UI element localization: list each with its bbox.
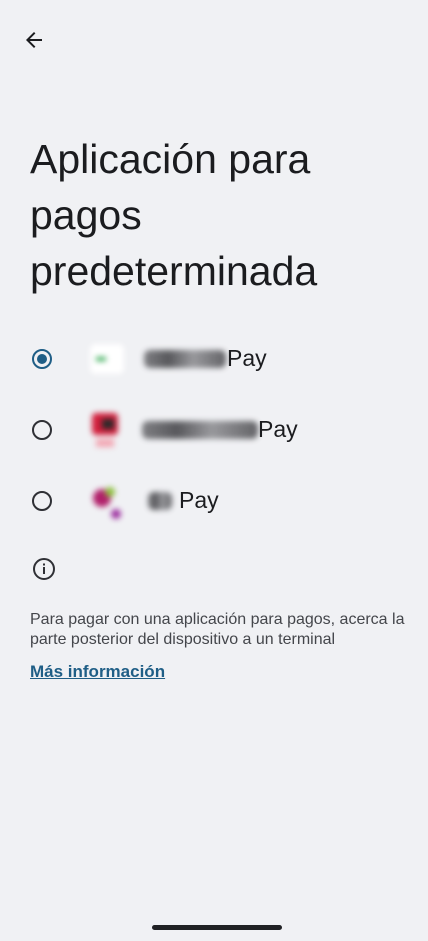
back-arrow-icon	[26, 32, 42, 48]
info-icon	[32, 557, 56, 581]
radio-button[interactable]	[32, 490, 52, 511]
app-icon	[88, 340, 126, 378]
app-pay-label: Pay	[227, 345, 267, 371]
app-icon	[88, 411, 126, 449]
app-name-redacted	[142, 420, 258, 439]
radio-dot	[37, 353, 47, 364]
app-icon	[88, 482, 126, 520]
app-pay-label: Pay	[258, 416, 298, 442]
radio-button[interactable]	[32, 419, 52, 440]
radio-button-selected[interactable]	[32, 348, 52, 369]
more-info-link[interactable]: Más información	[30, 662, 165, 682]
payment-app-option-1[interactable]: Pay	[0, 323, 428, 394]
payment-app-list: Pay Pay Pay	[0, 323, 428, 536]
back-button[interactable]	[14, 20, 54, 60]
app-pay-label: Pay	[179, 487, 219, 513]
gesture-nav-handle[interactable]	[152, 925, 282, 930]
payment-app-option-3[interactable]: Pay	[0, 465, 428, 536]
payment-description: Para pagar con una aplicación para pagos…	[30, 611, 405, 648]
app-name-redacted	[144, 349, 226, 368]
page-title: Aplicación para pagos predeterminada	[30, 136, 318, 294]
payment-app-option-2[interactable]: Pay	[0, 394, 428, 465]
app-name-redacted	[148, 491, 172, 510]
